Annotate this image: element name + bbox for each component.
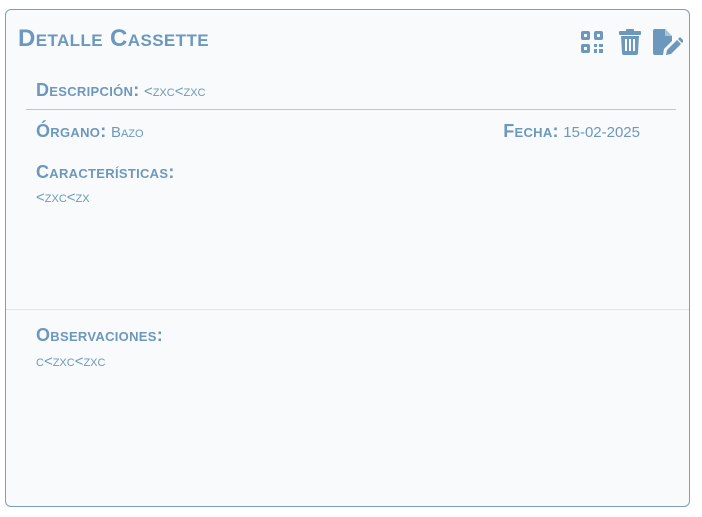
trash-icon <box>619 29 641 55</box>
section-divider <box>6 309 689 310</box>
edit-button[interactable] <box>653 28 683 56</box>
observaciones-label: Observaciones: <box>36 325 164 345</box>
descripcion-row: Descripción: <zxc<zxc <box>36 80 205 101</box>
file-edit-icon <box>653 29 683 55</box>
cassette-detail-card: Detalle Cassette Descripción: <zxc<zxc Ó… <box>5 9 690 507</box>
caracteristicas-label: Características: <box>36 162 175 182</box>
card-title: Detalle Cassette <box>18 25 209 52</box>
observaciones-row: Observaciones: <box>36 325 163 346</box>
fecha-row: Fecha: 15-02-2025 <box>503 121 640 142</box>
descripcion-value: <zxc<zxc <box>143 83 206 100</box>
divider <box>26 109 676 110</box>
fecha-label: Fecha: <box>503 121 559 141</box>
fecha-value: 15-02-2025 <box>563 124 640 141</box>
qr-code-button[interactable] <box>579 28 605 56</box>
observaciones-value: c<zxc<zxc <box>36 353 106 370</box>
card-actions <box>579 28 683 56</box>
organo-row: Órgano: Bazo <box>36 121 144 142</box>
caracteristicas-row: Características: <box>36 162 175 183</box>
delete-button[interactable] <box>617 28 643 56</box>
organo-value: Bazo <box>110 124 144 141</box>
qr-code-icon <box>580 30 604 54</box>
caracteristicas-value: <zxc<zx <box>36 189 90 206</box>
organo-label: Órgano: <box>36 121 107 141</box>
descripcion-label: Descripción: <box>36 80 140 100</box>
